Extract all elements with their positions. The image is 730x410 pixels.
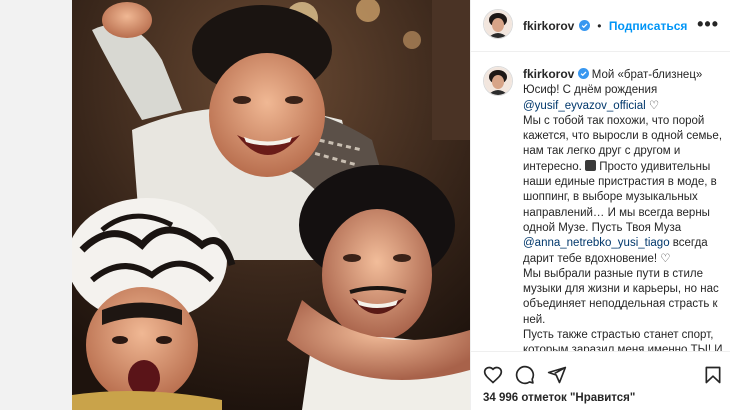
caption-username[interactable]: fkirkorov (523, 67, 574, 81)
emoji-icon: ♡ (660, 252, 671, 265)
mention-link[interactable]: @yusif_eyvazov_official (523, 100, 646, 112)
author-username[interactable]: fkirkorov (523, 19, 574, 33)
caption-area: fkirkorov Мой «брат-близнец» Юсиф! С днё… (471, 52, 730, 352)
share-icon[interactable] (547, 365, 567, 385)
caption-paragraph: Мы выбрали разные пути в стиле музыки дл… (523, 267, 719, 326)
mention-link[interactable]: @anna_netrebko_yusi_tiago (523, 237, 670, 249)
more-options-icon[interactable]: ••• (697, 14, 719, 35)
caption-avatar[interactable] (483, 66, 513, 96)
emoji-icon (585, 159, 596, 171)
header-separator: • (597, 19, 602, 33)
avatar-image (484, 67, 512, 95)
verified-badge-icon (577, 68, 589, 79)
bookmark-icon[interactable] (703, 365, 723, 385)
verified-badge-icon (578, 20, 590, 31)
comment-icon[interactable] (515, 365, 535, 385)
photo-illustration (72, 0, 470, 410)
caption-paragraph: Пусть также страстью станет спорт, котор… (523, 329, 723, 352)
post-viewer: fkirkorov • Подписаться ••• fkirkorov Мо… (0, 0, 730, 410)
author-avatar[interactable] (483, 9, 513, 39)
post-photo[interactable] (72, 0, 470, 410)
avatar-image (484, 10, 512, 38)
emoji-icon: ♡ (648, 99, 660, 112)
caption-text: fkirkorov Мой «брат-близнец» Юсиф! С днё… (523, 67, 723, 352)
action-bar (471, 357, 730, 389)
follow-button[interactable]: Подписаться (609, 19, 687, 33)
heart-icon[interactable] (483, 365, 503, 385)
post-sidebar: fkirkorov • Подписаться ••• fkirkorov Мо… (470, 0, 730, 410)
post-header: fkirkorov • Подписаться ••• (471, 0, 730, 52)
likes-number: 34 996 (483, 392, 519, 404)
likes-label: отметок "Нравится" (521, 392, 636, 404)
likes-count[interactable]: 34 996 отметок "Нравится" (483, 392, 635, 404)
